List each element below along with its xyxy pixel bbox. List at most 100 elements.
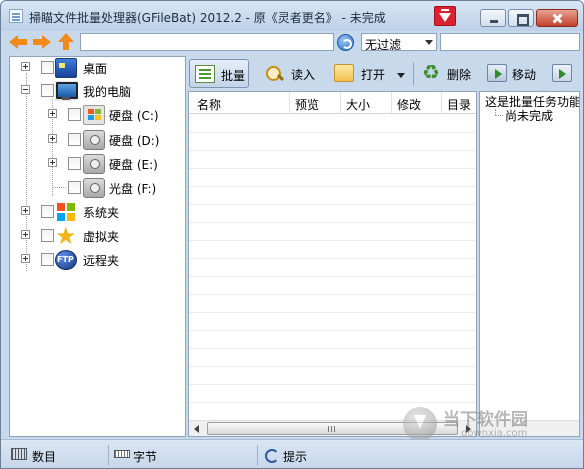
download-icon[interactable] — [434, 6, 456, 26]
app-window: 掃瞄文件批量处理器(GFileBat) 2012.2 - 原《灵者更名》 - 未… — [0, 0, 584, 469]
bytes-icon — [114, 450, 130, 458]
tree-checkbox[interactable] — [41, 229, 54, 242]
column-divider[interactable] — [289, 92, 290, 113]
tree-item-label: 硬盘 (E:) — [109, 158, 158, 172]
expand-toggle[interactable] — [48, 109, 57, 118]
tree-item-drive-d[interactable]: 硬盘 (D:) — [10, 129, 185, 151]
tree-checkbox[interactable] — [41, 61, 54, 74]
status-count-label: 数目 — [32, 450, 57, 464]
column-header-modified[interactable]: 修改 — [397, 96, 421, 113]
tree-checkbox[interactable] — [68, 108, 81, 121]
window-title: 掃瞄文件批量处理器(GFileBat) 2012.2 - 原《灵者更名》 - 未… — [29, 11, 386, 25]
tree-checkbox[interactable] — [41, 205, 54, 218]
expand-toggle[interactable] — [48, 158, 57, 167]
filter-selected-value: 无过滤 — [365, 38, 402, 52]
list-header: 名称 预览 大小 修改 目录 — [189, 92, 476, 114]
column-divider[interactable] — [391, 92, 392, 113]
move-icon — [487, 64, 507, 82]
ftp-globe-icon — [55, 250, 77, 270]
tree-item-label: 硬盘 (D:) — [109, 134, 160, 148]
status-bytes-label: 字节 — [133, 450, 158, 464]
column-header-size[interactable]: 大小 — [346, 96, 370, 113]
grid-line — [189, 276, 476, 277]
recycle-bin-icon — [422, 60, 442, 84]
tree-item-drive-c[interactable]: 硬盘 (C:) — [10, 104, 185, 126]
tree-item-virtual-folder[interactable]: 虚拟夹 — [10, 222, 185, 250]
status-divider — [108, 445, 109, 465]
file-list[interactable]: 名称 预览 大小 修改 目录 — [188, 91, 477, 437]
back-arrow-icon[interactable] — [9, 33, 29, 51]
tree-guide-line — [53, 187, 66, 188]
app-icon — [9, 9, 23, 23]
read-button-label: 读入 — [291, 68, 316, 82]
system-folder-icon — [55, 202, 77, 222]
grid-line — [189, 330, 476, 331]
tree-item-label: 硬盘 (C:) — [109, 109, 159, 123]
tree-checkbox[interactable] — [41, 84, 54, 97]
column-divider[interactable] — [340, 92, 341, 113]
hard-disk-icon — [83, 154, 105, 174]
grid-line — [189, 366, 476, 367]
tree-item-drive-e[interactable]: 硬盘 (E:) — [10, 153, 185, 175]
expand-toggle[interactable] — [21, 62, 30, 71]
grid-line — [189, 402, 476, 403]
watermark-url: downxia.com — [461, 428, 528, 439]
tree-item-drive-f[interactable]: 光盘 (F:) — [10, 177, 185, 199]
tree-item-desktop[interactable]: 桌面 — [10, 57, 185, 79]
collapse-toggle[interactable] — [21, 85, 30, 94]
tree-item-label: 虚拟夹 — [83, 230, 120, 244]
grid-line — [189, 222, 476, 223]
more-actions-button[interactable] — [549, 59, 579, 88]
scroll-left-icon[interactable] — [194, 425, 199, 433]
grid-line — [189, 240, 476, 241]
column-header-preview[interactable]: 预览 — [295, 96, 319, 113]
close-button[interactable] — [536, 9, 578, 27]
tree-item-system-folder[interactable]: 系统夹 — [10, 201, 185, 223]
grid-line — [189, 384, 476, 385]
chevron-down-icon[interactable] — [397, 73, 405, 78]
count-icon — [11, 448, 27, 460]
status-hint: 提示 — [263, 446, 363, 464]
path-input[interactable] — [80, 33, 334, 51]
optical-disk-icon — [83, 178, 105, 198]
open-button[interactable]: 打开 — [330, 59, 410, 88]
delete-button[interactable]: 删除 — [419, 59, 479, 88]
move-button[interactable]: 移动 — [484, 59, 542, 88]
tree-item-my-computer[interactable]: 我的电脑 — [10, 80, 185, 102]
refresh-go-icon[interactable] — [337, 34, 354, 51]
column-header-name[interactable]: 名称 — [197, 96, 221, 113]
read-button[interactable]: 读入 — [260, 59, 320, 88]
task-child-label[interactable]: 尚未完成 — [505, 107, 553, 124]
secondary-filter-input[interactable] — [440, 33, 580, 51]
batch-button-label: 批量 — [221, 69, 246, 83]
folder-tree: 桌面 我的电脑 硬盘 (C:) 硬盘 (D:) 硬盘 (E:) 光盘 (F:) … — [9, 56, 186, 437]
grid-line — [189, 204, 476, 205]
tree-item-label: 我的电脑 — [83, 85, 132, 99]
up-arrow-icon[interactable] — [57, 33, 77, 51]
desktop-icon — [55, 58, 77, 78]
batch-button[interactable]: 批量 — [189, 59, 249, 88]
expand-toggle[interactable] — [21, 206, 30, 215]
status-bar: 数目 字节 提示 — [1, 439, 583, 468]
filter-select[interactable]: 无过滤 — [361, 33, 437, 52]
grid-line — [189, 168, 476, 169]
expand-toggle[interactable] — [48, 134, 57, 143]
tree-item-remote-folder[interactable]: 远程夹 — [10, 249, 185, 271]
tree-item-label: 光盘 (F:) — [109, 182, 157, 196]
tree-checkbox[interactable] — [68, 133, 81, 146]
column-header-directory[interactable]: 目录 — [447, 96, 471, 113]
tree-checkbox[interactable] — [41, 253, 54, 266]
expand-toggle[interactable] — [21, 230, 30, 239]
column-divider[interactable] — [441, 92, 442, 113]
watermark-logo-icon — [403, 407, 437, 441]
move-button-label: 移动 — [512, 68, 537, 82]
minimize-button[interactable] — [480, 9, 506, 27]
hint-icon — [263, 448, 279, 463]
tree-checkbox[interactable] — [68, 157, 81, 170]
expand-toggle[interactable] — [21, 254, 30, 263]
forward-arrow-icon[interactable] — [32, 33, 52, 51]
maximize-button[interactable] — [508, 9, 534, 27]
tree-guide-line — [495, 115, 503, 116]
windows-drive-icon — [83, 105, 105, 125]
tree-checkbox[interactable] — [68, 181, 81, 194]
